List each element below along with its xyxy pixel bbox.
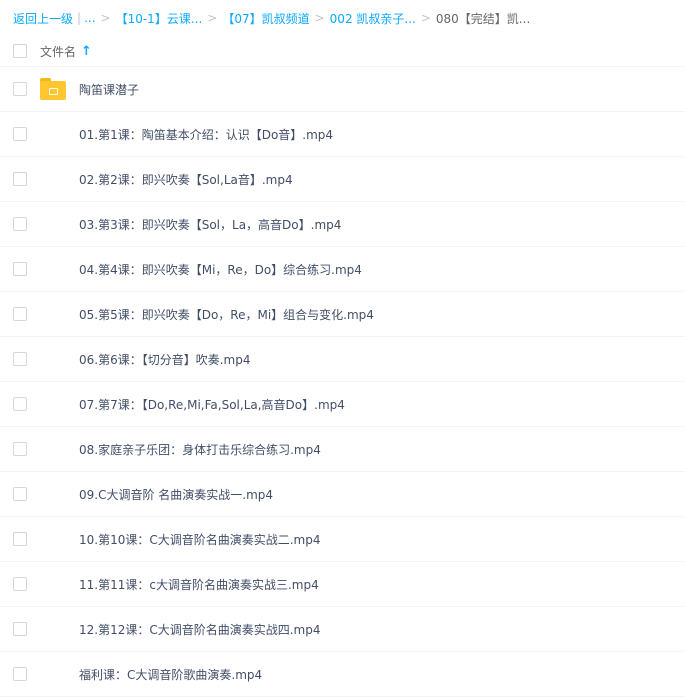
file-name[interactable]: 陶笛课潜子 [79,81,139,98]
row-checkbox[interactable] [13,307,27,321]
video-file-icon [40,617,66,643]
column-header-filename[interactable]: 文件名 [40,43,76,60]
row-checkbox[interactable] [13,82,27,96]
row-checkbox[interactable] [13,262,27,276]
row-checkbox[interactable] [13,487,27,501]
row-checkbox[interactable] [13,172,27,186]
row-checkbox[interactable] [13,127,27,141]
breadcrumb-item[interactable]: 【10-1】云课... [116,10,203,27]
file-name[interactable]: 03.第3课：即兴吹奏【Sol，La，高音Do】.mp4 [79,216,341,233]
file-name[interactable]: 08.家庭亲子乐团：身体打击乐综合练习.mp4 [79,441,321,458]
arrow-up-icon[interactable]: ↑ [81,44,92,59]
file-list: 陶笛课潜子 01.第1课：陶笛基本介绍：认识【Do音】.mp4 02.第2课：即兴吹… [0,67,685,697]
video-file-icon [40,212,66,238]
file-row[interactable]: 04.第4课：即兴吹奏【Mi，Re，Do】综合练习.mp4 [0,247,685,292]
breadcrumb-ellipsis[interactable]: ... [84,11,95,25]
file-row[interactable]: 08.家庭亲子乐团：身体打击乐综合练习.mp4 [0,427,685,472]
file-row[interactable]: 10.第10课：C大调音阶名曲演奏实战二.mp4 [0,517,685,562]
breadcrumb-separator: > [420,11,431,25]
breadcrumb-divider: | [77,11,82,25]
file-name[interactable]: 11.第11课：c大调音阶名曲演奏实战三.mp4 [79,576,319,593]
breadcrumb-item[interactable]: 002 凯叔亲子... [330,10,416,27]
video-file-icon [40,167,66,193]
folder-icon [40,77,66,103]
video-file-icon [40,392,66,418]
file-row[interactable]: 福利课：C大调音阶歌曲演奏.mp4 [0,652,685,697]
row-checkbox[interactable] [13,352,27,366]
row-checkbox[interactable] [13,577,27,591]
video-file-icon [40,302,66,328]
file-row[interactable]: 01.第1课：陶笛基本介绍：认识【Do音】.mp4 [0,112,685,157]
file-row[interactable]: 11.第11课：c大调音阶名曲演奏实战三.mp4 [0,562,685,607]
video-file-icon [40,482,66,508]
video-file-icon [40,572,66,598]
file-name[interactable]: 06.第6课：【切分音】吹奏.mp4 [79,351,250,368]
row-checkbox[interactable] [13,397,27,411]
video-file-icon [40,437,66,463]
file-name[interactable]: 01.第1课：陶笛基本介绍：认识【Do音】.mp4 [79,126,333,143]
file-list-header: 文件名 ↑ [0,36,685,67]
file-name[interactable]: 福利课：C大调音阶歌曲演奏.mp4 [79,666,262,683]
breadcrumb-item[interactable]: 【07】凯叔频道 [222,10,309,27]
file-row[interactable]: 02.第2课：即兴吹奏【Sol,La音】.mp4 [0,157,685,202]
row-checkbox[interactable] [13,622,27,636]
video-file-icon [40,347,66,373]
file-name[interactable]: 02.第2课：即兴吹奏【Sol,La音】.mp4 [79,171,293,188]
file-name[interactable]: 10.第10课：C大调音阶名曲演奏实战二.mp4 [79,531,321,548]
breadcrumb-current: 080【完结】凯... [435,11,531,26]
row-checkbox[interactable] [13,442,27,456]
breadcrumb: 返回上一级 | ... > 【10-1】云课... > 【07】凯叔频道 > 0… [13,0,685,36]
row-checkbox[interactable] [13,532,27,546]
video-file-icon [40,662,66,688]
file-name[interactable]: 07.第7课：【Do,Re,Mi,Fa,Sol,La,高音Do】.mp4 [79,396,345,413]
breadcrumb-separator: > [314,11,325,25]
file-name[interactable]: 05.第5课：即兴吹奏【Do，Re，Mi】组合与变化.mp4 [79,306,374,323]
breadcrumb-separator: > [100,11,111,25]
video-file-icon [40,122,66,148]
file-row[interactable]: 12.第12课：C大调音阶名曲演奏实战四.mp4 [0,607,685,652]
file-row[interactable]: 05.第5课：即兴吹奏【Do，Re，Mi】组合与变化.mp4 [0,292,685,337]
video-file-icon [40,527,66,553]
video-file-icon [40,257,66,283]
row-checkbox[interactable] [13,217,27,231]
select-all-checkbox[interactable] [13,44,27,58]
folder-row[interactable]: 陶笛课潜子 [0,67,685,112]
row-checkbox[interactable] [13,667,27,681]
breadcrumb-separator: > [207,11,218,25]
file-row[interactable]: 03.第3课：即兴吹奏【Sol，La，高音Do】.mp4 [0,202,685,247]
file-row[interactable]: 07.第7课：【Do,Re,Mi,Fa,Sol,La,高音Do】.mp4 [0,382,685,427]
file-row[interactable]: 09.C大调音阶 名曲演奏实战一.mp4 [0,472,685,517]
file-row[interactable]: 06.第6课：【切分音】吹奏.mp4 [0,337,685,382]
file-name[interactable]: 12.第12课：C大调音阶名曲演奏实战四.mp4 [79,621,321,638]
file-name[interactable]: 04.第4课：即兴吹奏【Mi，Re，Do】综合练习.mp4 [79,261,362,278]
file-name[interactable]: 09.C大调音阶 名曲演奏实战一.mp4 [79,486,273,503]
back-link[interactable]: 返回上一级 [13,10,73,27]
